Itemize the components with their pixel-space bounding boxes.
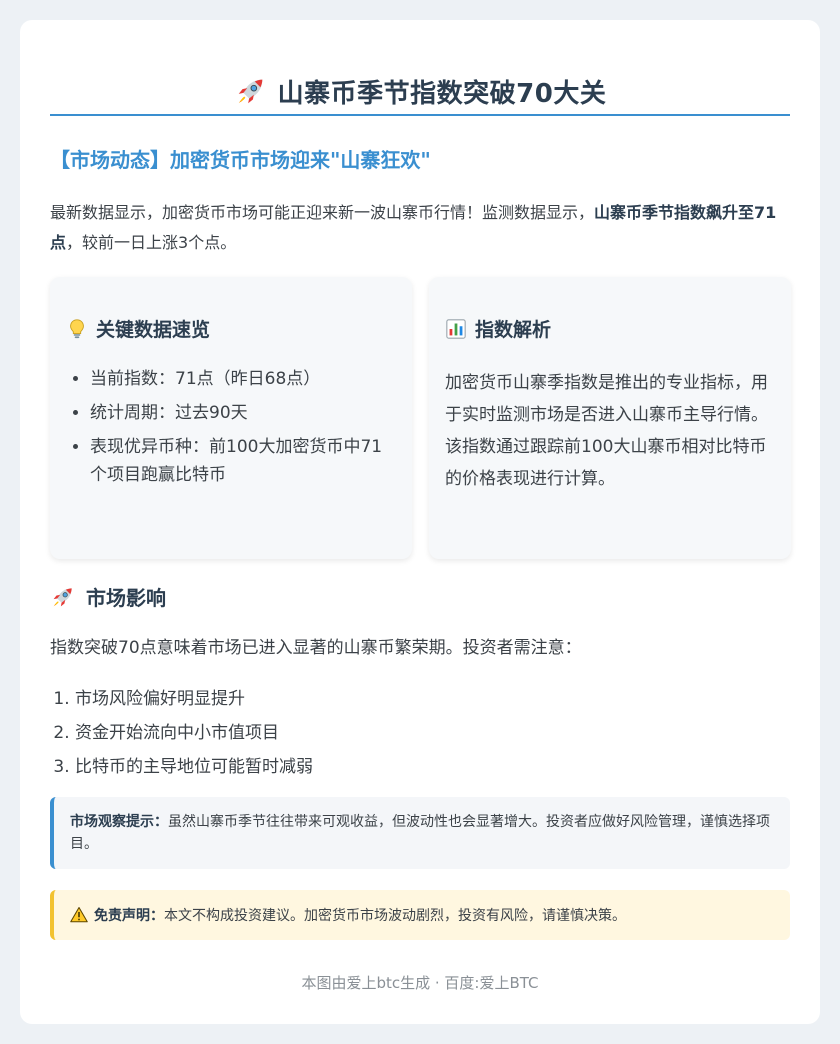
analysis-title: 指数解析 bbox=[445, 315, 551, 342]
intro-text: 最新数据显示，加密货币市场可能正迎来新一波山寨币行情！监测数据显示， bbox=[50, 203, 595, 222]
tip-text: 虽然山寨币季节往往带来可观收益，但波动性也会显著增大。投资者应做好风险管理，谨慎… bbox=[70, 814, 770, 852]
list-item: 市场风险偏好明显提升 bbox=[75, 682, 313, 716]
list-item: 比特币的主导地位可能暂时减弱 bbox=[75, 750, 313, 784]
impact-text: 指数突破70点意味着市场已进入显著的山寨币繁荣期。投资者需注意： bbox=[50, 638, 582, 658]
list-item: 统计周期：过去90天 bbox=[90, 399, 396, 427]
rocket-icon bbox=[53, 587, 72, 606]
section-subheading: 【市场动态】加密货币市场迎来"山寨狂欢" bbox=[50, 148, 431, 172]
impact-list: 市场风险偏好明显提升 资金开始流向中小市值项目 比特币的主导地位可能暂时减弱 bbox=[75, 682, 313, 784]
market-tip-callout: 市场观察提示：虽然山寨币季节往往带来可观收益，但波动性也会显著增大。投资者应做好… bbox=[50, 797, 790, 869]
disclaimer-text: 本文不构成投资建议。加密货币市场波动剧烈，投资有风险，请谨慎决策。 bbox=[164, 908, 626, 924]
list-item: 表现优异币种：前100大加密货币中71个项目跑赢比特币 bbox=[90, 433, 396, 489]
footer-credit: 本图由爱上btc生成 · 百度:爱上BTC bbox=[301, 974, 539, 992]
page-title: 山寨币季节指数突破70大关 bbox=[50, 68, 790, 116]
key-data-heading: 关键数据速览 bbox=[96, 319, 211, 341]
analysis-text: 加密货币山寨季指数是推出的专业指标，用于实时监测市场是否进入山寨币主导行情。该指… bbox=[445, 373, 768, 489]
intro-text-end: ，较前一日上涨3个点。 bbox=[66, 233, 237, 252]
impact-title: 市场影响 bbox=[50, 582, 166, 611]
analysis-heading: 指数解析 bbox=[475, 319, 552, 341]
warning-icon bbox=[70, 906, 88, 923]
rocket-icon bbox=[238, 79, 262, 104]
key-data-box: 关键数据速览 当前指数：71点（昨日68点） 统计周期：过去90天 表现优异币种… bbox=[50, 277, 412, 559]
impact-heading: 市场影响 bbox=[86, 586, 166, 610]
article-card: 山寨币季节指数突破70大关 【市场动态】加密货币市场迎来"山寨狂欢" 最新数据显… bbox=[20, 20, 820, 1024]
analysis-box: 指数解析 加密货币山寨季指数是推出的专业指标，用于实时监测市场是否进入山寨币主导… bbox=[429, 277, 791, 559]
list-item: 资金开始流向中小市值项目 bbox=[75, 716, 313, 750]
disclaimer-callout: 免责声明：本文不构成投资建议。加密货币市场波动剧烈，投资有风险，请谨慎决策。 bbox=[50, 890, 790, 940]
key-data-list: 当前指数：71点（昨日68点） 统计周期：过去90天 表现优异币种：前100大加… bbox=[90, 365, 396, 495]
bar-chart-icon bbox=[446, 318, 466, 339]
tip-label: 市场观察提示： bbox=[70, 814, 168, 830]
lightbulb-icon bbox=[70, 318, 84, 338]
title-text: 山寨币季节指数突破70大关 bbox=[277, 78, 607, 109]
key-data-title: 关键数据速览 bbox=[66, 315, 210, 342]
intro-paragraph: 最新数据显示，加密货币市场可能正迎来新一波山寨币行情！监测数据显示，山寨币季节指… bbox=[50, 198, 792, 258]
list-item: 当前指数：71点（昨日68点） bbox=[90, 365, 396, 393]
disclaimer-label: 免责声明： bbox=[94, 908, 164, 924]
